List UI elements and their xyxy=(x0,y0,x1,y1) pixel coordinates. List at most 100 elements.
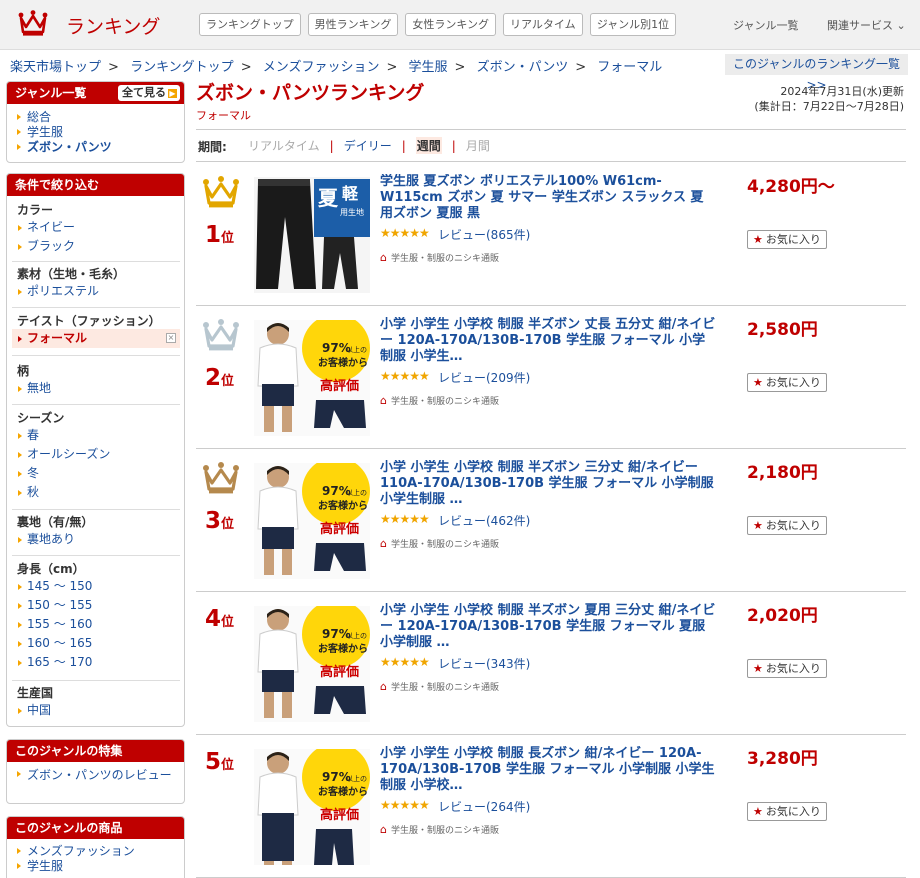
shop-link[interactable]: ⌂ 学生服・制服のニシキ通販 xyxy=(380,394,499,407)
home-icon: ⌂ xyxy=(380,680,387,693)
rating-line2: お客様から xyxy=(318,356,368,369)
shop-link[interactable]: ⌂ 学生服・制服のニシキ通販 xyxy=(380,680,499,693)
filter-item-label: フォーマル xyxy=(27,331,88,345)
rating-line1: 以上の xyxy=(346,631,367,640)
shop-name: 学生服・制服のニシキ通販 xyxy=(390,683,499,693)
rating-line2: お客様から xyxy=(318,785,368,798)
rating-line2: お客様から xyxy=(318,499,368,512)
favorite-button[interactable]: ★ お気に入り xyxy=(747,516,827,535)
breadcrumb-item[interactable]: フォーマル xyxy=(597,60,662,75)
rating-line1: 以上の xyxy=(346,488,367,497)
tab-genre-first[interactable]: ジャンル別1位 xyxy=(589,13,677,36)
product-title[interactable]: 小学 小学生 小学校 制服 半ズボン 三分丈 紺/ネイビー 110A-170A/… xyxy=(380,460,716,508)
product-image[interactable]: 97% 以上の お客様から 高評価 xyxy=(254,463,370,579)
favorite-button[interactable]: ★ お気に入り xyxy=(747,802,827,821)
review-link[interactable]: レビュー(343件) xyxy=(438,655,530,672)
favorite-button[interactable]: ★ お気に入り xyxy=(747,659,827,678)
breadcrumb-item[interactable]: 学生服 xyxy=(409,60,448,75)
genre-ranking-list-link[interactable]: このジャンルのランキング一覧 >> xyxy=(725,54,908,92)
crown-icon xyxy=(203,176,239,208)
ranking-row: 4位 97% 以上の お客様から 高評価 小学 小学生 小学校 制服 半ズボン … xyxy=(196,592,906,735)
tab-ranking-top[interactable]: ランキングトップ xyxy=(199,13,301,36)
genre-item-uniform[interactable]: 学生服 xyxy=(7,125,184,140)
shop-link[interactable]: ⌂ 学生服・制服のニシキ通販 xyxy=(380,251,499,264)
review-link[interactable]: レビュー(264件) xyxy=(438,798,530,815)
product-image[interactable]: 97% 以上の お客様から 高評価 xyxy=(254,606,370,722)
breadcrumb-item[interactable]: ランキングトップ xyxy=(130,60,234,75)
shop-link[interactable]: ⌂ 学生服・制服のニシキ通販 xyxy=(380,537,499,550)
filter-item[interactable]: 165 ～ 170 xyxy=(12,653,180,672)
tab-female-ranking[interactable]: 女性ランキング xyxy=(405,13,497,36)
genre-item-all[interactable]: 総合 xyxy=(7,110,184,125)
home-icon: ⌂ xyxy=(380,537,387,550)
star-icon: ★ xyxy=(753,233,763,246)
filter-title: 柄 xyxy=(17,364,30,378)
filter-item[interactable]: 冬 xyxy=(12,464,180,483)
remove-filter-icon[interactable]: × xyxy=(166,333,176,343)
filter-item[interactable]: 145 ～ 150 xyxy=(12,577,180,596)
filter-title: カラー xyxy=(17,203,54,217)
logo-text[interactable]: ランキング xyxy=(66,12,160,39)
period-weekly[interactable]: 週間 xyxy=(415,137,442,154)
divider xyxy=(12,355,180,356)
filter-item[interactable]: ブラック xyxy=(12,237,180,256)
filter-item[interactable]: 無地 xyxy=(12,379,180,398)
filter-group-material: 素材（生地・毛糸） ポリエステル xyxy=(12,266,180,301)
filter-item[interactable]: 中国 xyxy=(12,701,180,720)
see-all-button[interactable]: 全て見る ▶ xyxy=(118,85,180,101)
related-services-menu[interactable]: 関連サービス ⌄ xyxy=(827,17,906,33)
favorite-button[interactable]: ★ お気に入り xyxy=(747,373,827,392)
breadcrumb-item[interactable]: メンズファッション xyxy=(263,60,380,75)
filter-title: シーズン xyxy=(17,411,65,425)
tab-male-ranking[interactable]: 男性ランキング xyxy=(307,13,399,36)
update-info: 2024年7月31日(水)更新 (集計日：7月22日～7月28日) xyxy=(754,84,904,114)
review-link[interactable]: レビュー(209件) xyxy=(438,369,530,386)
filter-item-selected[interactable]: フォーマル × xyxy=(12,329,180,348)
review-link[interactable]: レビュー(865件) xyxy=(438,226,530,243)
filter-group-taste: テイスト（ファッション） フォーマル × xyxy=(12,313,180,348)
crown-icon[interactable] xyxy=(18,10,48,36)
genre-item-pants[interactable]: ズボン・パンツ xyxy=(7,140,184,155)
feature-heading: このジャンルの特集 xyxy=(7,740,184,762)
genre-list-title: ジャンル一覧 xyxy=(15,86,87,100)
filter-item[interactable]: 155 ～ 160 xyxy=(12,615,180,634)
favorite-label: お気に入り xyxy=(765,519,821,532)
filter-item[interactable]: 150 ～ 155 xyxy=(12,596,180,615)
filter-item[interactable]: 秋 xyxy=(12,483,180,502)
filter-title: 素材（生地・毛糸） xyxy=(17,267,126,281)
breadcrumb-item[interactable]: 楽天市場トップ xyxy=(10,60,101,75)
favorite-button[interactable]: ★ お気に入り xyxy=(747,230,827,249)
rank-number: 3位 xyxy=(205,508,235,534)
product-title[interactable]: 学生服 夏ズボン ポリエステル100% W61cm-W115cm ズボン 夏 サ… xyxy=(380,174,716,222)
filter-item[interactable]: オールシーズン xyxy=(12,445,180,464)
product-price: 2,180円 xyxy=(747,463,818,483)
product-title[interactable]: 小学 小学生 小学校 制服 長ズボン 紺/ネイビー 120A-170A/130B… xyxy=(380,746,716,794)
genre-product-item[interactable]: 学生服 xyxy=(7,859,184,874)
rating-line1: 以上の xyxy=(346,774,367,783)
ranking-row: 5位 97% 以上の お客様から 高評価 小学 小学生 小学校 制服 長ズボン … xyxy=(196,735,906,878)
period-daily[interactable]: デイリー xyxy=(344,137,392,154)
product-image[interactable]: 夏 軽 用生地 xyxy=(254,177,370,293)
divider xyxy=(12,680,180,681)
product-title[interactable]: 小学 小学生 小学校 制服 半ズボン 夏用 三分丈 紺/ネイビー 120A-17… xyxy=(380,603,716,651)
feature-item[interactable]: ズボン・パンツのレビュー xyxy=(7,767,174,783)
filter-item[interactable]: ポリエステル xyxy=(12,282,180,301)
filter-heading: 条件で絞り込む xyxy=(7,174,184,196)
genre-list-link[interactable]: ジャンル一覧 xyxy=(733,17,798,33)
breadcrumb-item[interactable]: ズボン・パンツ xyxy=(477,60,569,75)
filter-item[interactable]: 裏地あり xyxy=(12,530,180,549)
review-link[interactable]: レビュー(462件) xyxy=(438,512,530,529)
product-image[interactable]: 97% 以上の お客様から 高評価 xyxy=(254,320,370,436)
shop-link[interactable]: ⌂ 学生服・制服のニシキ通販 xyxy=(380,823,499,836)
separator: | xyxy=(451,138,456,153)
separator: | xyxy=(329,138,334,153)
genre-product-item[interactable]: メンズファッション xyxy=(7,844,184,859)
product-image[interactable]: 97% 以上の お客様から 高評価 xyxy=(254,749,370,865)
filter-item[interactable]: 160 ～ 165 xyxy=(12,634,180,653)
filter-item[interactable]: ネイビー xyxy=(12,218,180,237)
tab-realtime[interactable]: リアルタイム xyxy=(503,13,583,36)
chevron-right-icon: ▶ xyxy=(168,89,177,98)
crown-icon xyxy=(203,319,239,351)
product-title[interactable]: 小学 小学生 小学校 制服 半ズボン 丈長 五分丈 紺/ネイビー 120A-17… xyxy=(380,317,716,365)
filter-item[interactable]: 春 xyxy=(12,426,180,445)
